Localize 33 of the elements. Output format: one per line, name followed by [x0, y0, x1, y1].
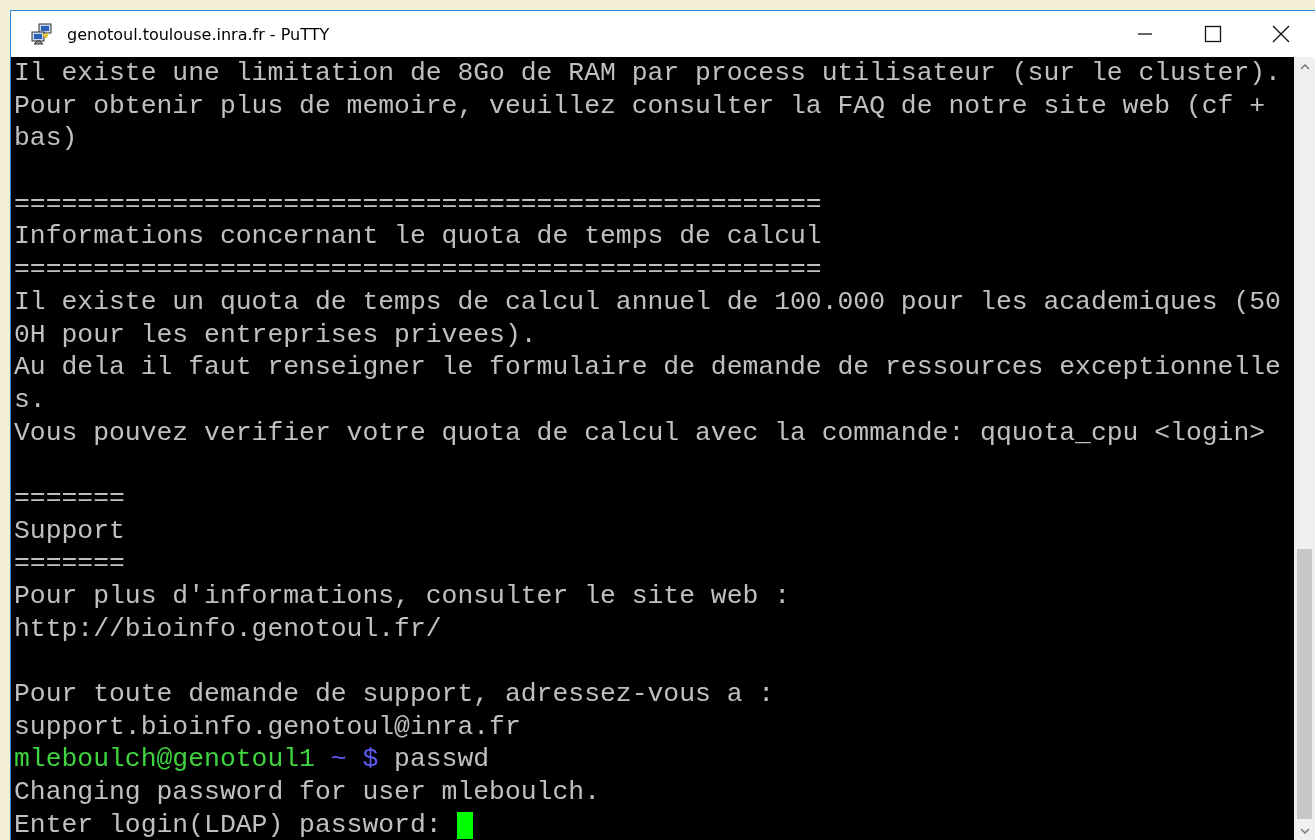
terminal-line: Pour obtenir plus de memoire, veuillez consulter la FAQ de notre site web (cf +: [14, 89, 1266, 123]
terminal-line: =======: [14, 481, 125, 515]
terminal-line: Il existe une limitation de 8Go de RAM par process utilisateur (sur le cluster).: [14, 57, 1281, 90]
terminal-line: http://bioinfo.genotoul.fr/: [14, 612, 442, 646]
terminal-line: 0H pour les entreprises privees).: [14, 318, 537, 352]
prompt-path: ~: [330, 743, 347, 777]
terminal-line: Au dela il faut renseigner le formulaire de demande de ressources exceptionnelle: [14, 351, 1281, 384]
terminal-line: Pour toute demande de support, adressez-vous a :: [14, 678, 775, 711]
maximize-icon: [1204, 25, 1222, 43]
terminal-line: ===================================================: [14, 253, 822, 286]
terminal-line: Pour plus d'informations, consulter le site web :: [14, 580, 790, 613]
terminal-line: support.bioinfo.genotoul@inra.fr: [14, 710, 521, 744]
terminal-line: =======: [14, 547, 125, 580]
password-prompt: Enter login(LDAP) password:: [14, 808, 442, 840]
prompt-symbol: $: [362, 743, 379, 777]
terminal-line: ===================================================: [14, 187, 822, 221]
close-icon: [1272, 25, 1290, 43]
terminal-line: Il existe un quota de temps de calcul annuel de 100.000 pour les academiques (50: [14, 285, 1281, 319]
terminal-command: passwd: [394, 743, 490, 777]
scroll-down-icon[interactable]: [1299, 827, 1310, 835]
prompt-user-host: mleboulch@genotoul1: [14, 743, 315, 777]
window-title: genotoul.toulouse.inra.fr - PuTTY: [67, 24, 330, 44]
scrollbar[interactable]: [1294, 57, 1315, 840]
scroll-up-icon[interactable]: [1299, 63, 1310, 71]
computers-icon: [31, 23, 53, 45]
scrollbar-thumb[interactable]: [1297, 549, 1312, 819]
terminal-line: Vous pouvez verifier votre quota de calcul avec la commande: qquota_cpu <login>: [14, 416, 1266, 450]
minimize-icon: [1137, 33, 1153, 35]
terminal-line: Support: [14, 514, 125, 548]
terminal-line: s.: [14, 383, 46, 417]
terminal-line: Changing password for user mleboulch.: [14, 776, 600, 809]
terminal-line: bas): [14, 122, 78, 156]
terminal-line: Informations concernant le quota de temps de calcul: [14, 220, 822, 254]
